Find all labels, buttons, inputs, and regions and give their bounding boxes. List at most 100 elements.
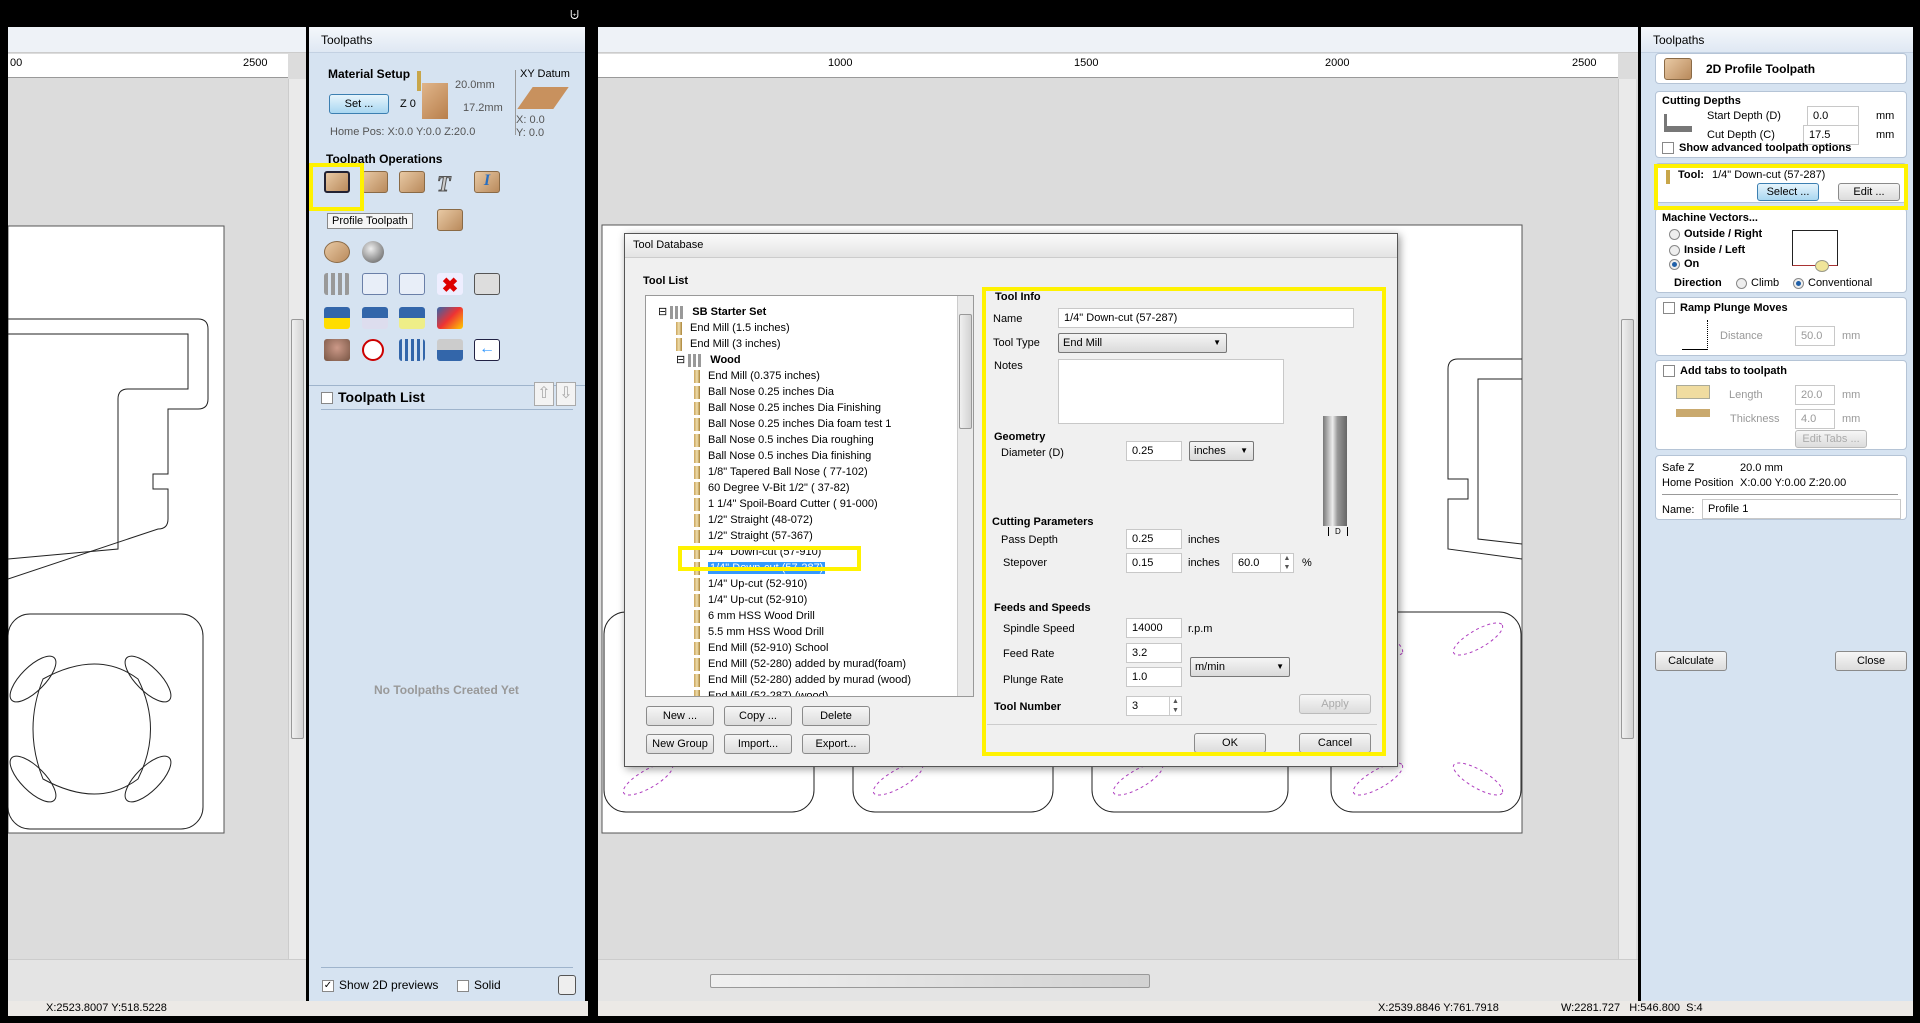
tool-item[interactable]: Ball Nose 0.25 inches Dia foam test 1	[694, 416, 891, 432]
copy-toolpath-icon[interactable]	[399, 273, 425, 295]
export-icon[interactable]: ←	[474, 339, 500, 361]
delete-tool-button[interactable]: Delete	[802, 706, 870, 726]
pass-depth-input[interactable]: 0.25	[1126, 529, 1182, 549]
3d-roughing-icon[interactable]	[324, 241, 350, 263]
save-gcode-icon[interactable]	[437, 339, 463, 361]
tool-database-icon[interactable]	[324, 273, 350, 295]
tool-item[interactable]: Ball Nose 0.25 inches Dia	[694, 384, 834, 400]
inlay-toolpath-icon[interactable]: I	[474, 171, 500, 193]
notes-textarea[interactable]	[1058, 359, 1284, 424]
tool-item[interactable]: End Mill (3 inches)	[676, 336, 780, 352]
copy-tool-button[interactable]: Copy ...	[724, 706, 792, 726]
left-vertical-scrollbar[interactable]	[288, 79, 306, 959]
tool-item[interactable]: End Mill (52-280) added by murad (wood)	[694, 672, 911, 688]
toolpath-name-input[interactable]: Profile 1	[1702, 499, 1901, 519]
time-estimate-icon[interactable]	[362, 339, 384, 361]
tab-length-input[interactable]: 20.0	[1795, 385, 1835, 405]
move-down-button[interactable]: ⇩	[556, 382, 576, 406]
tool-tree[interactable]: ⊟ SB Starter Set End Mill (1.5 inches) End…	[645, 295, 974, 697]
tabs-checkbox[interactable]: Add tabs to toolpath	[1663, 365, 1787, 378]
tool-number-spinner[interactable]: ▲ ▼	[1169, 697, 1181, 715]
tool-tree-scrollbar[interactable]	[957, 296, 973, 696]
diameter-input[interactable]: 0.25	[1126, 441, 1182, 461]
tool-item[interactable]: End Mill (1.5 inches)	[676, 320, 790, 336]
start-depth-input[interactable]: 0.0	[1807, 106, 1859, 126]
left-canvas[interactable]: 00 2500	[8, 27, 306, 1001]
on-radio[interactable]: On	[1669, 258, 1699, 270]
tool-type-select[interactable]: End Mill	[1058, 333, 1227, 353]
stepover-input[interactable]: 0.15	[1126, 553, 1182, 573]
tool-item[interactable]: 1/8" Tapered Ball Nose ( 77-102)	[694, 464, 868, 480]
units-select[interactable]: inches	[1189, 441, 1254, 461]
calculate-button[interactable]: Calculate	[1655, 651, 1727, 671]
tool-item[interactable]: 6 mm HSS Wood Drill	[694, 608, 815, 624]
stepover-spinner[interactable]: ▲ ▼	[1280, 554, 1293, 572]
climb-radio[interactable]: Climb	[1736, 277, 1779, 289]
solid-checkbox[interactable]: Solid	[457, 978, 501, 992]
outside-radio[interactable]: Outside / Right	[1669, 228, 1762, 240]
tool-item[interactable]: 1/4" Down-cut (57-910)	[694, 544, 821, 560]
apply-button[interactable]: Apply	[1299, 694, 1371, 714]
open-toolpath-icon[interactable]	[324, 307, 350, 329]
tool-item[interactable]: 1/4" Up-cut (52-910)	[694, 592, 807, 608]
toolpath-template-icon[interactable]	[399, 307, 425, 329]
distance-input[interactable]: 50.0	[1795, 326, 1835, 346]
advanced-options-checkbox[interactable]: Show advanced toolpath options	[1662, 142, 1851, 155]
cancel-button[interactable]: Cancel	[1299, 733, 1371, 753]
edit-tabs-button[interactable]: Edit Tabs ...	[1795, 430, 1867, 448]
ok-button[interactable]: OK	[1194, 733, 1266, 753]
tool-item[interactable]: 60 Degree V-Bit 1/2" ( 37-82)	[694, 480, 849, 496]
tool-name-input[interactable]: 1/4" Down-cut (57-287)	[1058, 308, 1354, 328]
tool-item[interactable]: 1/4" Up-cut (52-910)	[694, 576, 807, 592]
preview-icon[interactable]	[324, 339, 350, 361]
tool-item[interactable]: End Mill (52-287) (wood)	[694, 688, 828, 696]
right-horizontal-scrollbar[interactable]	[598, 959, 1638, 1001]
engraving-toolpath-icon[interactable]: T	[437, 171, 463, 197]
edit-toolpath-icon[interactable]	[362, 273, 388, 295]
tool-item[interactable]: Ball Nose 0.5 inches Dia roughing	[694, 432, 874, 448]
pin-icon[interactable]: ⨄	[570, 9, 579, 22]
xy-datum-icon[interactable]	[517, 87, 569, 109]
collapse-icon[interactable]: ⊟	[658, 306, 670, 318]
tool-group[interactable]: ⊟ SB Starter Set	[658, 304, 766, 320]
profile-toolpath-icon[interactable]	[324, 171, 350, 193]
close-button[interactable]: Close	[1835, 651, 1907, 671]
tool-item[interactable]: 1/2" Straight (57-367)	[694, 528, 813, 544]
export-button[interactable]: Export...	[802, 734, 870, 754]
tool-item[interactable]: Ball Nose 0.25 inches Dia Finishing	[694, 400, 881, 416]
prism-toolpath-icon[interactable]	[437, 209, 463, 231]
tool-item[interactable]: 1/2" Straight (48-072)	[694, 512, 813, 528]
inside-radio[interactable]: Inside / Left	[1669, 244, 1745, 256]
new-tool-button[interactable]: New ...	[646, 706, 714, 726]
3d-finishing-icon[interactable]	[362, 241, 384, 263]
left-horizontal-scrollbar[interactable]	[8, 959, 306, 1001]
feed-rate-input[interactable]: 3.2	[1126, 643, 1182, 663]
plunge-rate-input[interactable]: 1.0	[1126, 667, 1182, 687]
rate-units-select[interactable]: m/min	[1190, 657, 1290, 677]
select-tool-button[interactable]: Select ...	[1757, 183, 1819, 201]
save-toolpath-icon[interactable]	[362, 307, 388, 329]
sort-toolpaths-icon[interactable]	[399, 339, 425, 361]
show-2d-previews-checkbox[interactable]: ✓ Show 2D previews	[322, 978, 438, 992]
toolpath-list-label[interactable]: Toolpath List	[321, 389, 425, 405]
collapse-icon[interactable]: ⊟	[676, 354, 688, 366]
import-button[interactable]: Import...	[724, 734, 792, 754]
tab-thickness-input[interactable]: 4.0	[1795, 409, 1835, 429]
conventional-radio[interactable]: Conventional	[1793, 277, 1872, 289]
tool-item[interactable]: 1 1/4" Spoil-Board Cutter ( 91-000)	[694, 496, 878, 512]
tool-item[interactable]: End Mill (0.375 inches)	[694, 368, 820, 384]
delete-toolpath-icon[interactable]: ✖	[437, 273, 463, 297]
tool-item[interactable]: End Mill (52-280) added by murad(foam)	[694, 656, 906, 672]
tool-group[interactable]: ⊟ Wood	[676, 352, 741, 368]
drilling-toolpath-icon[interactable]	[399, 171, 425, 193]
spindle-speed-input[interactable]: 14000	[1126, 618, 1182, 638]
pocket-toolpath-icon[interactable]	[362, 171, 388, 193]
ramp-checkbox[interactable]: Ramp Plunge Moves	[1663, 302, 1788, 315]
tool-item[interactable]: End Mill (52-910) School	[694, 640, 828, 656]
calculator-icon[interactable]	[474, 273, 500, 295]
right-vertical-scrollbar[interactable]	[1618, 79, 1636, 959]
panel-layout-button[interactable]	[558, 975, 576, 995]
tool-item[interactable]: Ball Nose 0.5 inches Dia finishing	[694, 448, 871, 464]
material-set-button[interactable]: Set ...	[329, 94, 389, 114]
tool-item[interactable]: 5.5 mm HSS Wood Drill	[694, 624, 824, 640]
